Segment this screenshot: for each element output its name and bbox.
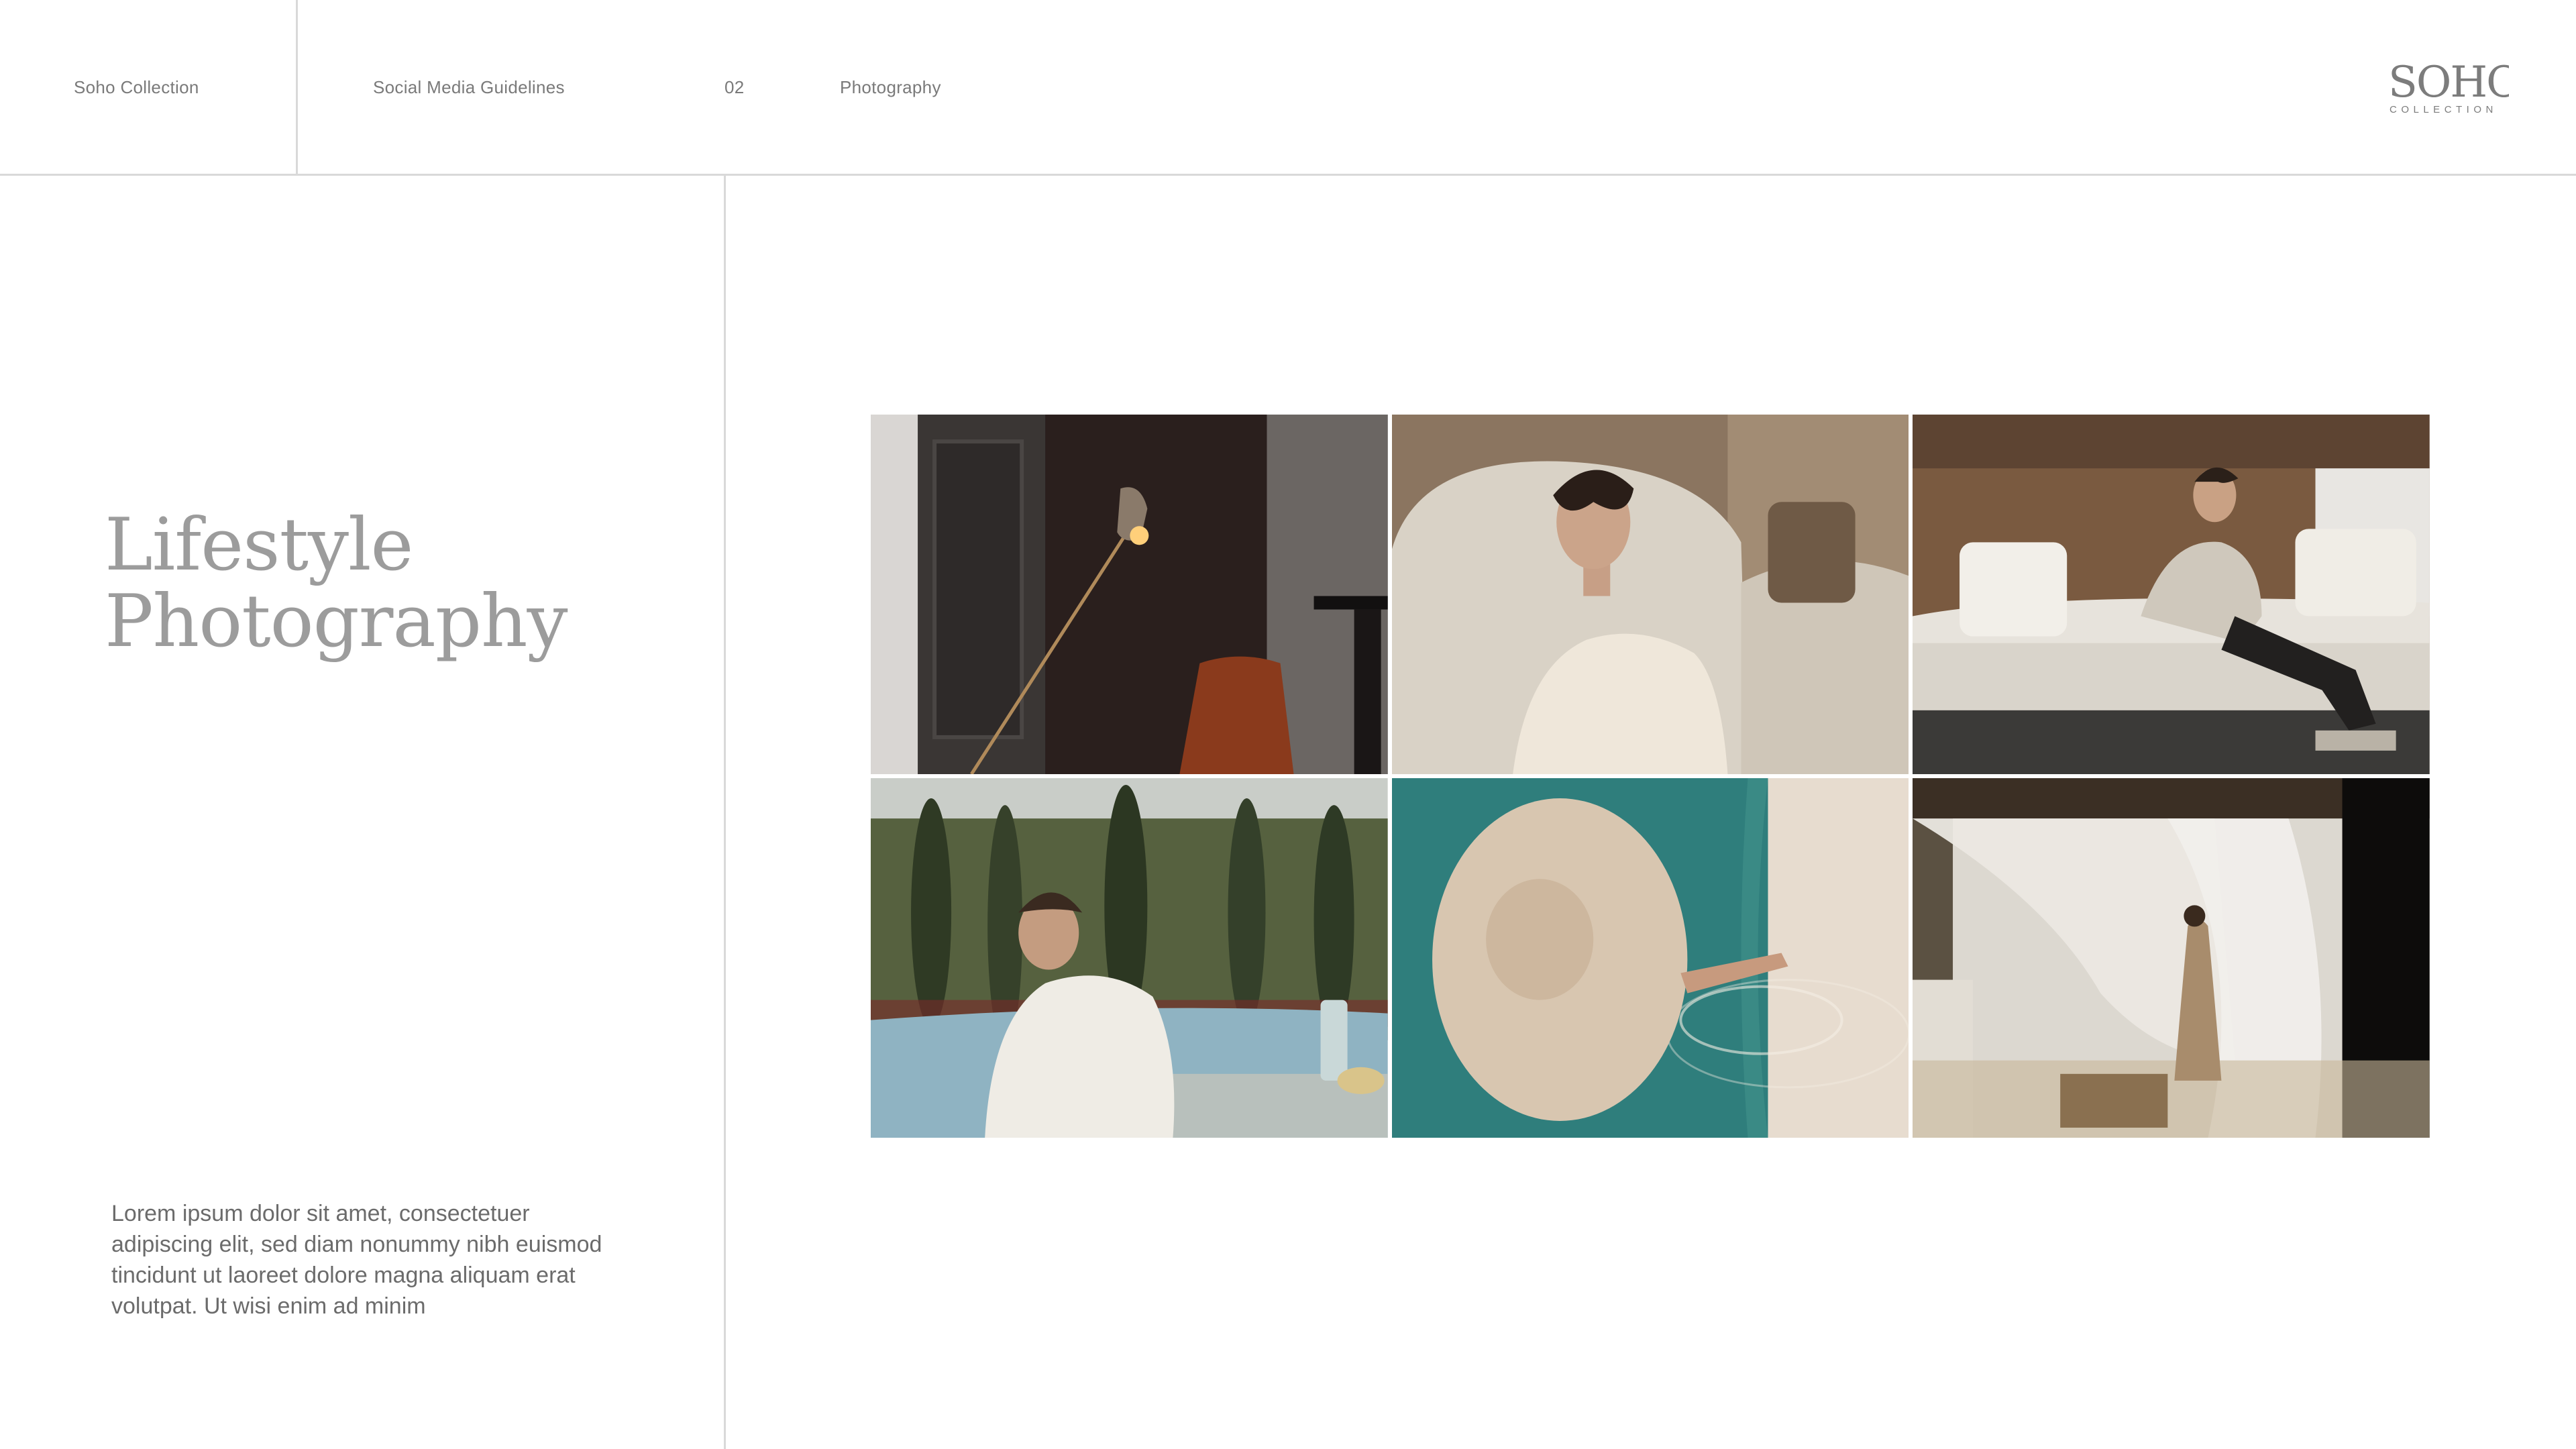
brand-label[interactable]: Soho Collection [74, 75, 199, 99]
sunhat-in-pool-photo [1391, 778, 1909, 1138]
photo-grid [871, 415, 2430, 1138]
chapter-label[interactable]: Photography [840, 75, 941, 99]
title-line-2: Photography [105, 580, 568, 663]
header-divider [296, 0, 298, 176]
title-line-1: Lifestyle [105, 503, 413, 587]
woman-by-curtains-photo [1913, 778, 2430, 1138]
man-outdoor-terrace-photo [871, 778, 1388, 1138]
top-header: Soho Collection Social Media Guidelines … [0, 0, 2576, 176]
svg-text:COLLECTION: COLLECTION [2390, 104, 2498, 115]
man-reading-on-sofa-photo [1913, 415, 2430, 774]
soho-collection-logo: SOHO COLLECTION [2388, 58, 2522, 115]
svg-text:SOHO: SOHO [2388, 58, 2509, 107]
woman-seated-armchair-photo [1391, 415, 1909, 774]
description-text: Lorem ipsum dolor sit amet, consectetuer… [111, 1201, 602, 1319]
section-label[interactable]: Social Media Guidelines [373, 75, 565, 99]
content-divider [724, 176, 726, 1449]
page-title: Lifestyle Photography [105, 507, 708, 660]
interior-lamp-chair-photo [871, 415, 1388, 774]
page-number: 02 [724, 77, 745, 97]
